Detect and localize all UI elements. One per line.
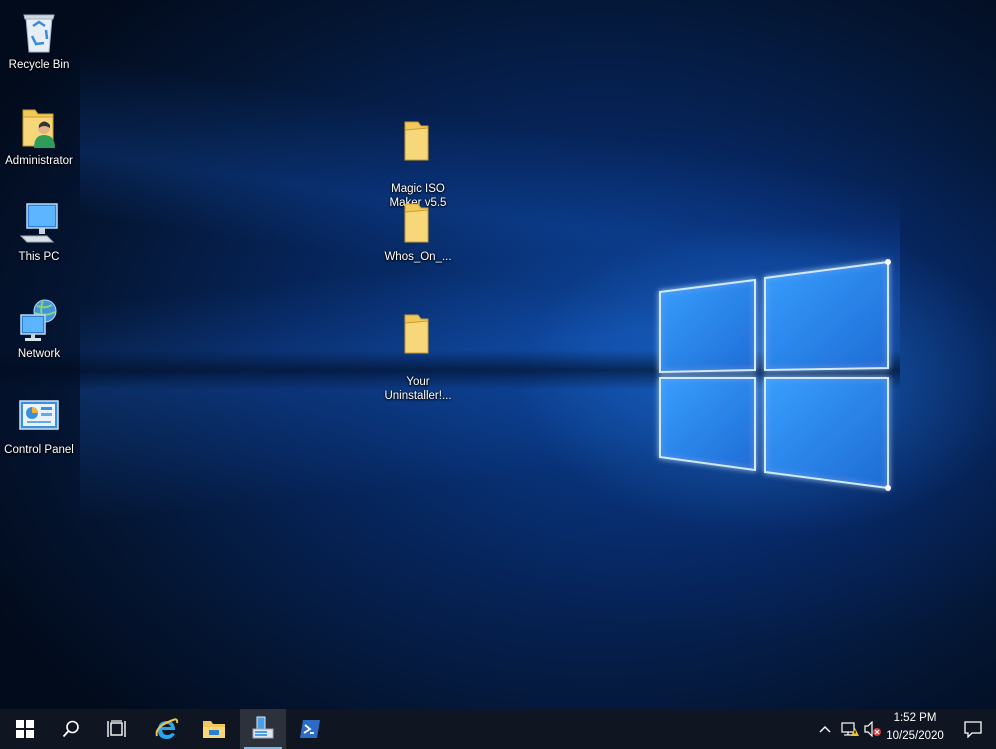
network-warning-icon	[841, 722, 859, 736]
tray-network-button[interactable]	[838, 709, 862, 749]
desktop-icon-label: Administrator	[5, 155, 73, 167]
notification-icon	[964, 721, 982, 738]
powershell-icon	[300, 720, 320, 738]
control-panel-icon	[19, 400, 59, 430]
task-view-button[interactable]	[94, 709, 140, 749]
windows-logo-wallpaper	[659, 259, 891, 491]
computer-icon	[19, 203, 58, 243]
recycle-bin-icon	[23, 14, 55, 53]
file-explorer-icon	[203, 721, 225, 738]
tray-clock-date[interactable]: 10/25/2020	[880, 730, 950, 742]
desktop-icon-whos-on[interactable]: Whos_On_...	[380, 200, 456, 264]
logo-highlight	[885, 485, 891, 491]
desktop[interactable]: Recycle Bin Administrator This PC Networ…	[0, 0, 996, 709]
network-icon	[20, 299, 57, 341]
internet-explorer-icon	[155, 718, 179, 739]
action-center-button[interactable]	[950, 709, 996, 749]
desktop-icon-control-panel[interactable]: Control Panel	[1, 393, 77, 457]
tray-clock-time[interactable]: 1:52 PM	[880, 712, 950, 724]
desktop-icon-label: Recycle Bin	[8, 59, 70, 71]
taskbar-file-explorer[interactable]	[191, 709, 237, 749]
search-icon	[62, 720, 79, 738]
taskbar: 1:52 PM 10/25/2020	[0, 709, 996, 749]
search-button[interactable]	[48, 709, 94, 749]
show-hidden-icons-button[interactable]	[814, 709, 836, 749]
task-view-icon	[107, 720, 126, 737]
windows-start-icon	[16, 720, 34, 738]
desktop-icon-label: Network	[17, 348, 61, 360]
desktop-icon-label: This PC	[18, 251, 60, 263]
folder-icon	[404, 203, 429, 243]
folder-icon	[404, 121, 429, 161]
desktop-icon-recycle-bin[interactable]: Recycle Bin	[1, 8, 77, 72]
taskbar-server-manager[interactable]	[240, 709, 286, 749]
desktop-icon-your-uninstaller[interactable]: Your Uninstaller!...	[380, 297, 456, 417]
taskbar-internet-explorer[interactable]	[144, 709, 190, 749]
desktop-icon-label: Control Panel	[4, 444, 74, 456]
user-folder-icon	[22, 109, 55, 148]
server-manager-icon	[252, 716, 274, 739]
logo-highlight	[885, 259, 891, 265]
desktop-icon-label: Whos_On_...	[384, 251, 452, 263]
desktop-icon-this-pc[interactable]: This PC	[1, 200, 77, 264]
desktop-icon-network[interactable]: Network	[1, 297, 77, 361]
desktop-icon-administrator[interactable]: Administrator	[1, 104, 77, 168]
folder-icon	[404, 314, 429, 354]
taskbar-powershell[interactable]	[287, 709, 333, 749]
chevron-up-icon	[819, 726, 831, 733]
desktop-icon-label: Your Uninstaller!...	[384, 376, 452, 402]
start-button[interactable]	[2, 709, 48, 749]
